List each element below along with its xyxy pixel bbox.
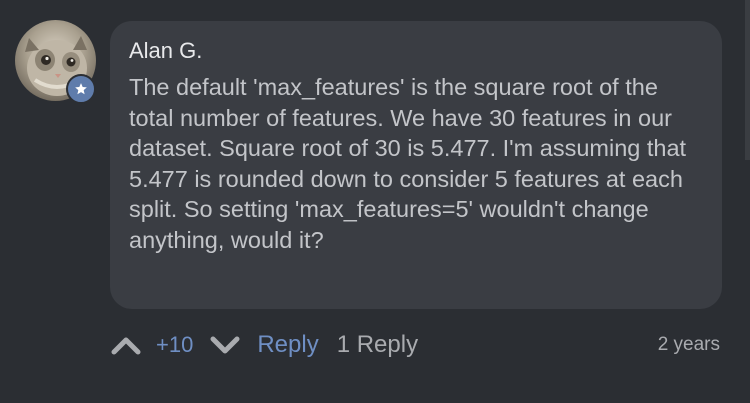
view-replies-button[interactable]: 1 Reply [337, 331, 418, 359]
author-name[interactable]: Alan G. [129, 38, 700, 64]
upvote-button[interactable] [110, 334, 142, 356]
star-icon [75, 83, 87, 95]
badge [66, 74, 96, 104]
timestamp[interactable]: 2 years [658, 334, 720, 356]
chevron-up-icon [111, 337, 141, 355]
vote-score: +10 [156, 332, 194, 357]
comment-text: The default 'max_features' is the square… [129, 74, 687, 253]
comment-bubble: Alan G. The default 'max_features' is th… [110, 21, 722, 309]
comment-actions: +10 Reply 1 Reply [110, 324, 730, 366]
downvote-button[interactable] [209, 334, 241, 356]
reply-button[interactable]: Reply [257, 331, 318, 359]
scrollbar[interactable] [745, 0, 750, 160]
chevron-down-icon [210, 336, 240, 354]
